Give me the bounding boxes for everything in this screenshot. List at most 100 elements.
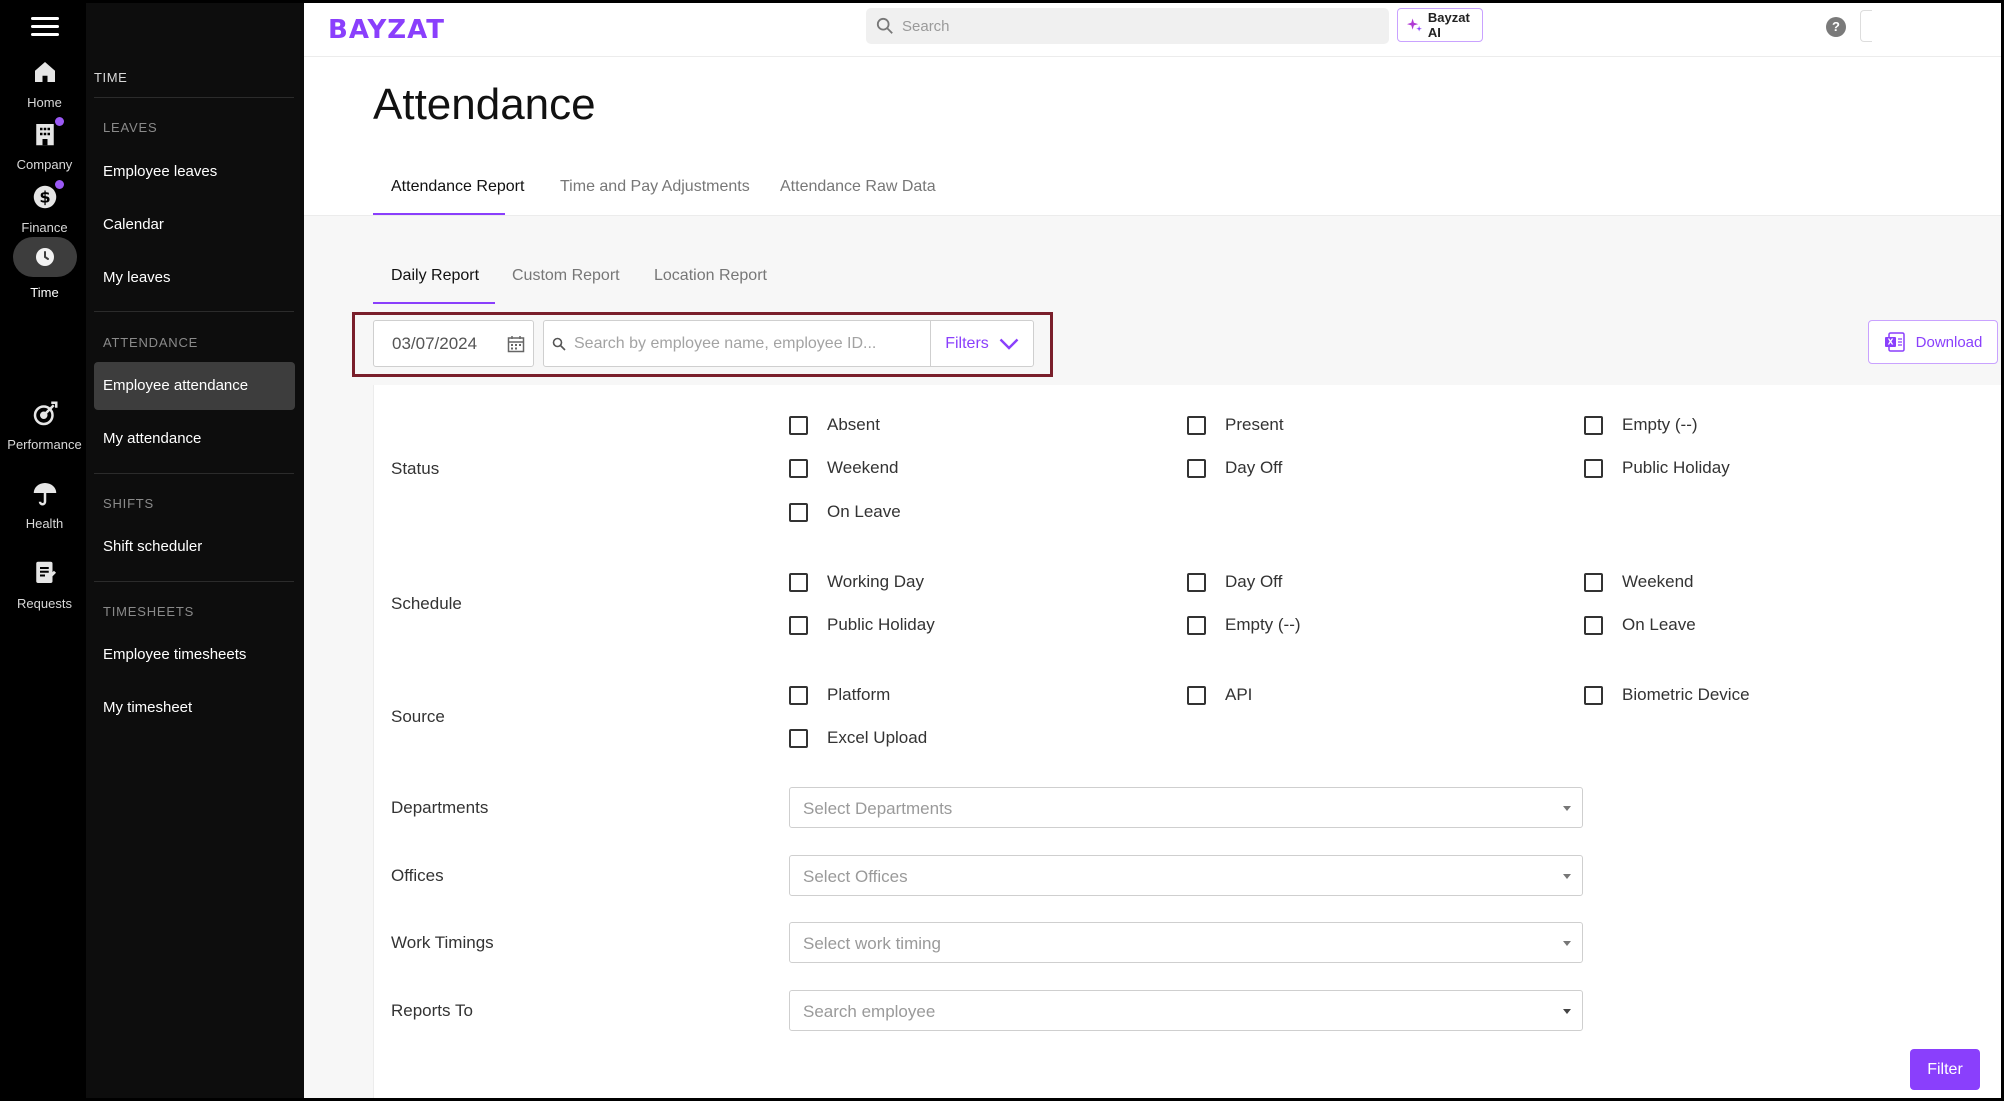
work-timings-select[interactable]: Select work timing bbox=[789, 922, 1583, 963]
icon-rail: Home Company $ Finance Time Performance … bbox=[3, 3, 86, 1098]
checkbox-box bbox=[1187, 458, 1206, 478]
source-checkbox-platform[interactable]: Platform bbox=[789, 685, 890, 705]
source-checkbox-biometric-device[interactable]: Biometric Device bbox=[1584, 685, 1750, 705]
sidebar-title: TIME bbox=[94, 70, 128, 85]
checkbox-label: On Leave bbox=[827, 502, 901, 521]
building-icon bbox=[30, 117, 64, 149]
help-icon[interactable]: ? bbox=[1826, 17, 1846, 37]
target-icon bbox=[30, 399, 60, 429]
tab-time-and-pay-adjustments[interactable]: Time and Pay Adjustments bbox=[560, 168, 750, 216]
menu-icon[interactable] bbox=[31, 17, 59, 41]
checkbox-label: Day Off bbox=[1225, 458, 1283, 477]
sidebar-item-employee-attendance[interactable]: Employee attendance bbox=[94, 362, 295, 410]
tab-attendance-report[interactable]: Attendance Report bbox=[373, 168, 524, 216]
checkbox-label: Present bbox=[1225, 415, 1284, 434]
sidebar-item-my-attendance[interactable]: My attendance bbox=[94, 415, 295, 463]
rail-item-company[interactable]: Company bbox=[3, 117, 86, 172]
departments-label: Departments bbox=[391, 798, 489, 817]
rail-item-home[interactable]: Home bbox=[3, 57, 86, 110]
clock-icon bbox=[12, 237, 77, 277]
bayzat-ai-button[interactable]: Bayzat AI bbox=[1397, 8, 1483, 42]
search-icon bbox=[876, 17, 893, 34]
schedule-checkbox-public-holiday[interactable]: Public Holiday bbox=[789, 615, 935, 635]
schedule-checkbox-on-leave[interactable]: On Leave bbox=[1584, 615, 1696, 635]
work-timings-label: Work Timings bbox=[391, 933, 494, 952]
rail-label-requests: Requests bbox=[17, 596, 72, 611]
sidebar-item-my-timesheet[interactable]: My timesheet bbox=[94, 684, 295, 732]
toolbar-highlight bbox=[352, 312, 1053, 377]
checkbox-label: API bbox=[1225, 685, 1253, 704]
dollar-icon: $ bbox=[30, 180, 64, 212]
departments-select[interactable]: Select Departments bbox=[789, 787, 1583, 828]
page-title: Attendance bbox=[373, 80, 596, 129]
global-search[interactable] bbox=[866, 8, 1389, 44]
checkbox-label: Empty (--) bbox=[1622, 415, 1698, 434]
source-checkbox-api[interactable]: API bbox=[1187, 685, 1252, 705]
sidebar-item-my-leaves[interactable]: My leaves bbox=[94, 254, 295, 302]
sidebar-group-shifts: SHIFTS bbox=[103, 496, 155, 511]
schedule-checkbox-empty[interactable]: Empty (--) bbox=[1187, 615, 1301, 635]
sidebar-item-employee-timesheets[interactable]: Employee timesheets bbox=[94, 631, 295, 679]
svg-text:X: X bbox=[1887, 338, 1893, 347]
rail-item-time[interactable]: Time bbox=[3, 237, 86, 300]
schedule-checkbox-working-day[interactable]: Working Day bbox=[789, 572, 924, 592]
global-search-input[interactable] bbox=[902, 8, 1372, 44]
checkbox-box bbox=[1584, 572, 1603, 592]
sidebar-group-attendance: ATTENDANCE bbox=[103, 335, 199, 350]
subtab-location-report[interactable]: Location Report bbox=[654, 258, 767, 304]
status-checkbox-absent[interactable]: Absent bbox=[789, 415, 880, 435]
rail-label-finance: Finance bbox=[21, 220, 68, 235]
status-checkbox-public-holiday[interactable]: Public Holiday bbox=[1584, 458, 1730, 478]
download-button[interactable]: X Download bbox=[1868, 320, 1998, 364]
sparkle-icon bbox=[1407, 18, 1422, 32]
divider bbox=[94, 97, 294, 98]
offices-select[interactable]: Select Offices bbox=[789, 855, 1583, 896]
download-label: Download bbox=[1915, 333, 1983, 351]
status-checkbox-empty[interactable]: Empty (--) bbox=[1584, 415, 1698, 435]
schedule-checkbox-day-off[interactable]: Day Off bbox=[1187, 572, 1282, 592]
source-label: Source bbox=[391, 707, 445, 726]
sidebar-group-leaves: LEAVES bbox=[103, 120, 158, 135]
subtab-daily-report[interactable]: Daily Report bbox=[373, 258, 495, 304]
sidebar-item-employee-leaves[interactable]: Employee leaves bbox=[94, 148, 295, 196]
status-checkbox-present[interactable]: Present bbox=[1187, 415, 1284, 435]
work-timings-placeholder: Select work timing bbox=[803, 934, 941, 953]
checkbox-box bbox=[1584, 458, 1603, 478]
schedule-checkbox-weekend[interactable]: Weekend bbox=[1584, 572, 1694, 592]
checkbox-label: Biometric Device bbox=[1622, 685, 1750, 704]
top-bar: BAYZAT Bayzat AI ? bbox=[304, 3, 2001, 57]
checkbox-box bbox=[789, 572, 808, 592]
rail-item-finance[interactable]: $ Finance bbox=[3, 180, 86, 235]
reports-to-select[interactable]: Search employee bbox=[789, 990, 1583, 1031]
filter-submit-button[interactable]: Filter bbox=[1910, 1049, 1980, 1090]
checkbox-box bbox=[1187, 615, 1206, 635]
status-checkbox-day-off[interactable]: Day Off bbox=[1187, 458, 1282, 478]
status-checkbox-weekend[interactable]: Weekend bbox=[789, 458, 899, 478]
tab-attendance-raw-data[interactable]: Attendance Raw Data bbox=[780, 168, 936, 216]
checkbox-box bbox=[1584, 615, 1603, 635]
subtab-custom-report[interactable]: Custom Report bbox=[512, 258, 620, 304]
checkbox-box bbox=[1187, 685, 1206, 705]
checkbox-label: Platform bbox=[827, 685, 891, 704]
rail-item-performance[interactable]: Performance bbox=[3, 399, 86, 452]
bayzat-ai-label: Bayzat AI bbox=[1427, 10, 1470, 40]
sidebar-item-calendar[interactable]: Calendar bbox=[94, 201, 295, 249]
checkbox-label: Working Day bbox=[827, 572, 924, 591]
checkbox-box bbox=[789, 415, 808, 435]
source-checkbox-excel-upload[interactable]: Excel Upload bbox=[789, 728, 927, 748]
rail-item-requests[interactable]: Requests bbox=[3, 558, 86, 611]
checkbox-label: Weekend bbox=[827, 458, 899, 477]
sidebar-item-shift-scheduler[interactable]: Shift scheduler bbox=[94, 523, 295, 571]
status-checkbox-on-leave[interactable]: On Leave bbox=[789, 502, 901, 522]
profile-button-edge[interactable] bbox=[1860, 10, 1872, 42]
reports-to-placeholder: Search employee bbox=[803, 1002, 936, 1021]
divider bbox=[94, 473, 294, 474]
umbrella-icon bbox=[30, 478, 60, 508]
checkbox-box bbox=[1584, 415, 1603, 435]
rail-item-health[interactable]: Health bbox=[3, 478, 86, 531]
divider bbox=[94, 311, 294, 312]
checkbox-box bbox=[1187, 572, 1206, 592]
app-logo[interactable]: BAYZAT bbox=[328, 15, 445, 45]
sidebar-group-timesheets: TIMESHEETS bbox=[103, 604, 195, 619]
offices-label: Offices bbox=[391, 866, 444, 885]
